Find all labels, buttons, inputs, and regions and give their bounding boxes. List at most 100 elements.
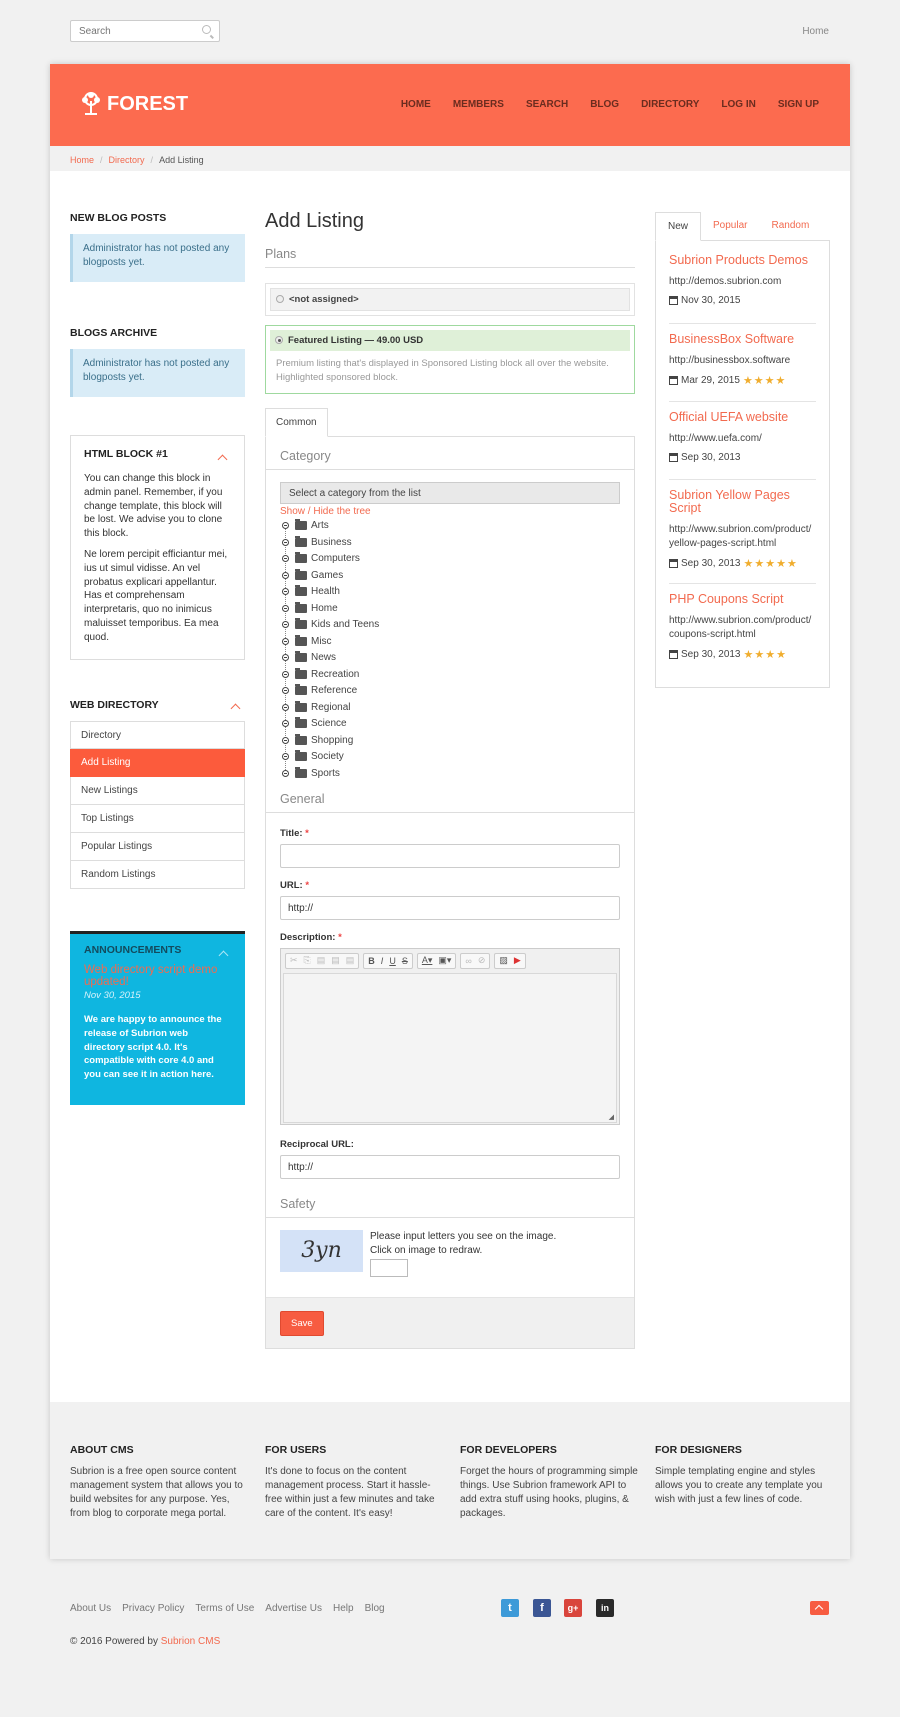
reciprocal-input[interactable]: http:// <box>280 1154 620 1179</box>
text-color-icon[interactable]: A▾ <box>422 955 433 966</box>
footer-link-help[interactable]: Help <box>333 1603 354 1614</box>
expand-icon[interactable] <box>282 637 289 645</box>
expand-icon[interactable] <box>282 522 289 530</box>
tab-popular[interactable]: Popular <box>701 212 759 241</box>
expand-icon[interactable] <box>282 687 289 695</box>
captcha-image[interactable]: 3yn <box>280 1229 363 1272</box>
footer-link-privacy[interactable]: Privacy Policy <box>122 1603 184 1614</box>
logo[interactable]: FOREST <box>80 91 188 117</box>
listing-title[interactable]: PHP Coupons Script <box>669 593 816 606</box>
back-to-top-button[interactable] <box>810 1601 829 1615</box>
tab-random[interactable]: Random <box>759 212 821 241</box>
breadcrumb-directory[interactable]: Directory <box>109 155 145 165</box>
expand-icon[interactable] <box>282 769 289 777</box>
category-select[interactable]: Select a category from the list <box>280 481 620 504</box>
bg-color-icon[interactable]: ▣▾ <box>438 955 451 966</box>
url-input[interactable]: http:// <box>280 895 620 920</box>
category-item[interactable]: Misc <box>282 633 620 650</box>
footer-link-advertise[interactable]: Advertise Us <box>265 1603 322 1614</box>
expand-icon[interactable] <box>282 720 289 728</box>
expand-icon[interactable] <box>282 555 289 563</box>
category-item[interactable]: Health <box>282 584 620 601</box>
menu-add-listing[interactable]: Add Listing <box>70 749 245 777</box>
radio-icon[interactable] <box>275 336 283 345</box>
paste-word-icon[interactable]: ▤ <box>346 955 355 966</box>
nav-directory[interactable]: DIRECTORY <box>641 99 699 110</box>
nav-search[interactable]: SEARCH <box>526 99 568 110</box>
paste-text-icon[interactable]: ▤ <box>331 955 340 966</box>
menu-random-listings[interactable]: Random Listings <box>70 861 245 889</box>
google-plus-icon[interactable]: g+ <box>564 1599 582 1617</box>
category-item[interactable]: Society <box>282 749 620 766</box>
facebook-icon[interactable]: f <box>533 1599 551 1617</box>
footer-link-terms[interactable]: Terms of Use <box>195 1603 254 1614</box>
italic-icon[interactable]: I <box>381 956 384 966</box>
nav-members[interactable]: MEMBERS <box>453 99 504 110</box>
expand-icon[interactable] <box>282 538 289 546</box>
top-home-link[interactable]: Home <box>802 26 829 37</box>
expand-icon[interactable] <box>282 654 289 662</box>
category-item[interactable]: Games <box>282 567 620 584</box>
paste-icon[interactable]: ▤ <box>317 955 326 966</box>
underline-icon[interactable]: U <box>389 956 396 966</box>
menu-directory[interactable]: Directory <box>70 721 245 749</box>
expand-icon[interactable] <box>282 604 289 612</box>
tree-toggle-link[interactable]: Show / Hide the tree <box>280 506 620 517</box>
category-item[interactable]: Science <box>282 716 620 733</box>
expand-icon[interactable] <box>282 621 289 629</box>
category-item[interactable]: News <box>282 650 620 667</box>
twitter-icon[interactable]: t <box>501 1599 519 1617</box>
category-item[interactable]: Sports <box>282 765 620 782</box>
category-item[interactable]: Regional <box>282 699 620 716</box>
nav-login[interactable]: LOG IN <box>721 99 755 110</box>
linkedin-icon[interactable]: in <box>596 1599 614 1617</box>
footer-link-blog[interactable]: Blog <box>365 1603 385 1614</box>
powered-link[interactable]: Subrion CMS <box>161 1636 220 1647</box>
expand-icon[interactable] <box>282 670 289 678</box>
tab-new[interactable]: New <box>655 212 702 241</box>
top-search[interactable] <box>70 20 220 42</box>
bold-icon[interactable]: B <box>368 956 375 966</box>
listing-title[interactable]: Subrion Products Demos <box>669 254 816 267</box>
search-icon[interactable] <box>202 25 211 34</box>
category-item[interactable]: Kids and Teens <box>282 617 620 634</box>
radio-icon[interactable] <box>276 295 284 304</box>
footer-link-about[interactable]: About Us <box>70 1603 111 1614</box>
captcha-input[interactable] <box>370 1258 408 1277</box>
menu-new-listings[interactable]: New Listings <box>70 777 245 805</box>
category-item[interactable]: Recreation <box>282 666 620 683</box>
expand-icon[interactable] <box>282 571 289 579</box>
editor-body[interactable]: ◢ <box>283 972 617 1123</box>
category-item[interactable]: Reference <box>282 683 620 700</box>
save-button[interactable]: Save <box>280 1310 324 1336</box>
plan-featured[interactable]: Featured Listing — 49.00 USD <box>270 330 630 351</box>
resize-handle[interactable]: ◢ <box>609 1113 614 1121</box>
listing-title[interactable]: Official UEFA website <box>669 411 816 424</box>
menu-popular-listings[interactable]: Popular Listings <box>70 833 245 861</box>
plan-none[interactable]: <not assigned> <box>270 288 630 311</box>
announcement-headline[interactable]: Web directory script demo updated! <box>84 964 231 988</box>
category-item[interactable]: Home <box>282 600 620 617</box>
unlink-icon[interactable]: ⊘ <box>478 955 486 966</box>
category-item[interactable]: Computers <box>282 551 620 568</box>
category-item[interactable]: Shopping <box>282 732 620 749</box>
cut-icon[interactable]: ✂ <box>290 955 298 966</box>
expand-icon[interactable] <box>282 753 289 761</box>
link-icon[interactable]: ∞ <box>465 956 471 966</box>
listing-title[interactable]: BusinessBox Software <box>669 333 816 346</box>
expand-icon[interactable] <box>282 588 289 596</box>
title-input[interactable] <box>280 843 620 868</box>
nav-home[interactable]: HOME <box>401 99 431 110</box>
image-icon[interactable]: ▨ <box>499 955 508 966</box>
strike-icon[interactable]: S <box>402 956 408 966</box>
nav-blog[interactable]: BLOG <box>590 99 619 110</box>
tab-common[interactable]: Common <box>265 407 328 437</box>
category-item[interactable]: Business <box>282 534 620 551</box>
nav-signup[interactable]: SIGN UP <box>778 99 819 110</box>
search-input[interactable] <box>71 21 196 41</box>
expand-icon[interactable] <box>282 736 289 744</box>
category-item[interactable]: Arts <box>282 518 620 535</box>
copy-icon[interactable]: ⎘ <box>304 955 311 966</box>
youtube-icon[interactable]: ▶ <box>514 955 521 966</box>
listing-title[interactable]: Subrion Yellow Pages Script <box>669 489 816 515</box>
